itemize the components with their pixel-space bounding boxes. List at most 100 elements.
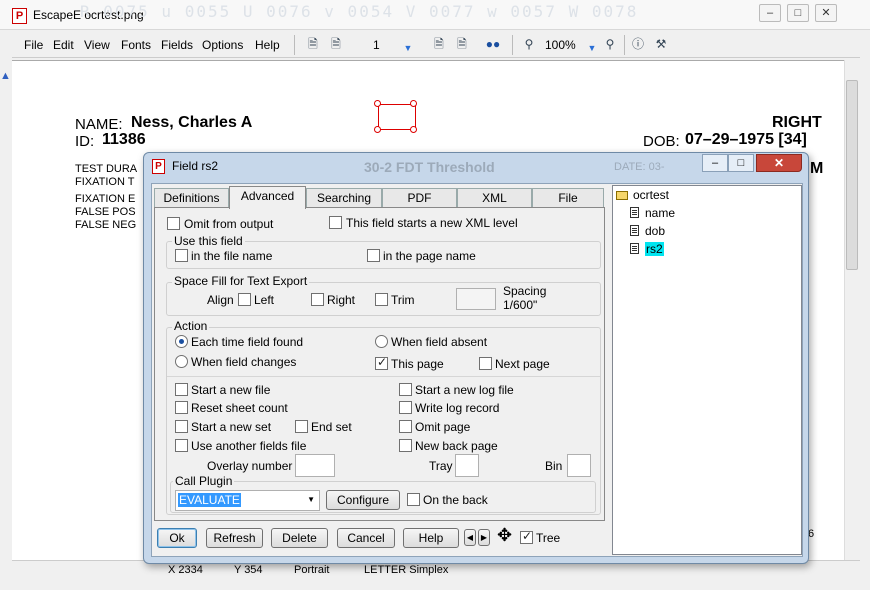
- tools-icon[interactable]: ⚒: [653, 36, 669, 52]
- field-tree: ocrtest name dob rs2: [612, 185, 802, 555]
- resize-handle[interactable]: [410, 126, 417, 133]
- cancel-button[interactable]: Cancel: [337, 528, 395, 548]
- delete-button[interactable]: Delete: [271, 528, 328, 548]
- menu-fonts[interactable]: Fonts: [121, 38, 151, 52]
- tree-item-rs2[interactable]: rs2: [630, 242, 664, 256]
- page-dropdown-icon[interactable]: ▼: [400, 40, 416, 56]
- false-pos-label: FALSE POS: [75, 206, 136, 218]
- zoom-in-icon[interactable]: ⚲: [602, 36, 618, 52]
- end-set-checkbox[interactable]: [295, 420, 308, 433]
- previous-field-button[interactable]: ◀: [464, 529, 476, 546]
- next-field-button[interactable]: ▶: [478, 529, 490, 546]
- new-back-page-checkbox[interactable]: [399, 439, 412, 452]
- menu-options[interactable]: Options: [202, 38, 243, 52]
- tab-definitions[interactable]: Definitions: [154, 188, 229, 208]
- edge-letter: M: [810, 160, 824, 177]
- trim-label: Trim: [391, 293, 415, 307]
- resize-handle[interactable]: [410, 100, 417, 107]
- tab-pdf[interactable]: PDF: [382, 188, 457, 208]
- omit-page-label: Omit page: [415, 420, 471, 434]
- overlay-number-input[interactable]: [295, 454, 335, 477]
- false-neg-label: FALSE NEG: [75, 219, 137, 231]
- zoom-dropdown-icon[interactable]: ▼: [584, 40, 600, 56]
- reset-sheet-count-label: Reset sheet count: [191, 401, 288, 415]
- status-paper: LETTER Simplex: [364, 564, 449, 576]
- tab-advanced[interactable]: Advanced: [229, 186, 306, 209]
- when-absent-label: When field absent: [391, 335, 488, 349]
- new-xml-level-checkbox[interactable]: [329, 216, 342, 229]
- next-page-icon[interactable]: 🗎: [431, 36, 447, 52]
- maximize-button[interactable]: □: [787, 4, 809, 22]
- refresh-button[interactable]: Refresh: [206, 528, 263, 548]
- tree-item-name[interactable]: name: [630, 206, 675, 220]
- resize-handle[interactable]: [374, 100, 381, 107]
- configure-button[interactable]: Configure: [326, 490, 400, 510]
- menu-file[interactable]: File: [24, 38, 43, 52]
- spacing-input[interactable]: [456, 288, 496, 310]
- move-icon[interactable]: ✥: [497, 526, 512, 544]
- menu-edit[interactable]: Edit: [53, 38, 74, 52]
- tab-searching[interactable]: Searching: [306, 188, 382, 208]
- reset-sheet-count-checkbox[interactable]: [175, 401, 188, 414]
- toolbar-separator: [512, 35, 513, 55]
- next-page-checkbox[interactable]: [479, 357, 492, 370]
- space-fill-label: Space Fill for Text Export: [172, 274, 310, 288]
- minimize-button[interactable]: –: [759, 4, 781, 22]
- align-left-label: Left: [254, 293, 275, 307]
- dialog-maximize-button[interactable]: □: [728, 154, 754, 172]
- chevron-down-icon: ▼: [307, 495, 315, 504]
- last-page-icon[interactable]: 🗎: [454, 36, 470, 52]
- start-new-log-checkbox[interactable]: [399, 383, 412, 396]
- ok-button[interactable]: Ok: [157, 528, 197, 548]
- menu-view[interactable]: View: [84, 38, 110, 52]
- when-changes-radio[interactable]: [175, 355, 188, 368]
- zoom-level[interactable]: 100%: [545, 38, 576, 52]
- tree-checkbox[interactable]: [520, 529, 533, 544]
- write-log-record-checkbox[interactable]: [399, 401, 412, 414]
- in-page-name-checkbox[interactable]: [367, 249, 380, 262]
- align-left-checkbox[interactable]: [238, 293, 251, 306]
- folder-icon: [616, 191, 628, 200]
- menu-help[interactable]: Help: [255, 38, 280, 52]
- trim-checkbox[interactable]: [375, 293, 388, 306]
- tab-file[interactable]: File: [532, 188, 604, 208]
- binoculars-icon[interactable]: ●●: [485, 36, 501, 52]
- this-page-checkbox[interactable]: [375, 355, 388, 370]
- close-button[interactable]: ✕: [815, 4, 837, 22]
- on-the-back-checkbox[interactable]: [407, 493, 420, 506]
- info-icon[interactable]: ⓘ: [630, 36, 646, 52]
- dialog-minimize-button[interactable]: –: [702, 154, 728, 172]
- dialog-body: Definitions Advanced Searching PDF XML F…: [151, 183, 803, 557]
- first-page-icon[interactable]: 🗎: [305, 36, 321, 52]
- dialog-close-button[interactable]: ✕: [756, 154, 802, 172]
- resize-handle[interactable]: [374, 126, 381, 133]
- tree-item-dob[interactable]: dob: [630, 224, 665, 238]
- start-new-file-checkbox[interactable]: [175, 383, 188, 396]
- scrollbar-thumb[interactable]: [846, 80, 858, 270]
- start-new-set-checkbox[interactable]: [175, 420, 188, 433]
- page-number[interactable]: 1: [373, 38, 380, 52]
- each-time-found-radio[interactable]: [175, 335, 188, 348]
- align-right-checkbox[interactable]: [311, 293, 324, 306]
- tray-input[interactable]: [455, 454, 479, 477]
- omit-page-checkbox[interactable]: [399, 420, 412, 433]
- use-another-fields-file-checkbox[interactable]: [175, 439, 188, 452]
- spacing-unit-label: 1/600": [503, 298, 538, 312]
- omit-from-output-checkbox[interactable]: [167, 217, 180, 230]
- dob-value: 07–29–1975 [34]: [685, 131, 807, 148]
- menubar: File Edit View Fonts Fields Options Help…: [12, 32, 860, 58]
- zoom-out-icon[interactable]: ⚲: [521, 36, 537, 52]
- tree-root[interactable]: ocrtest: [616, 188, 669, 202]
- plugin-selected-value: EVALUATE: [178, 493, 241, 507]
- bin-input[interactable]: [567, 454, 591, 477]
- plugin-select[interactable]: EVALUATE ▼: [175, 490, 320, 511]
- when-absent-radio[interactable]: [375, 335, 388, 348]
- menu-fields[interactable]: Fields: [161, 38, 193, 52]
- tab-xml[interactable]: XML: [457, 188, 532, 208]
- help-button[interactable]: Help: [403, 528, 459, 548]
- end-set-label: End set: [311, 420, 352, 434]
- eye-label: RIGHT: [772, 114, 822, 131]
- previous-page-icon[interactable]: 🗎: [328, 36, 344, 52]
- in-file-name-checkbox[interactable]: [175, 249, 188, 262]
- tray-label: Tray: [429, 459, 453, 473]
